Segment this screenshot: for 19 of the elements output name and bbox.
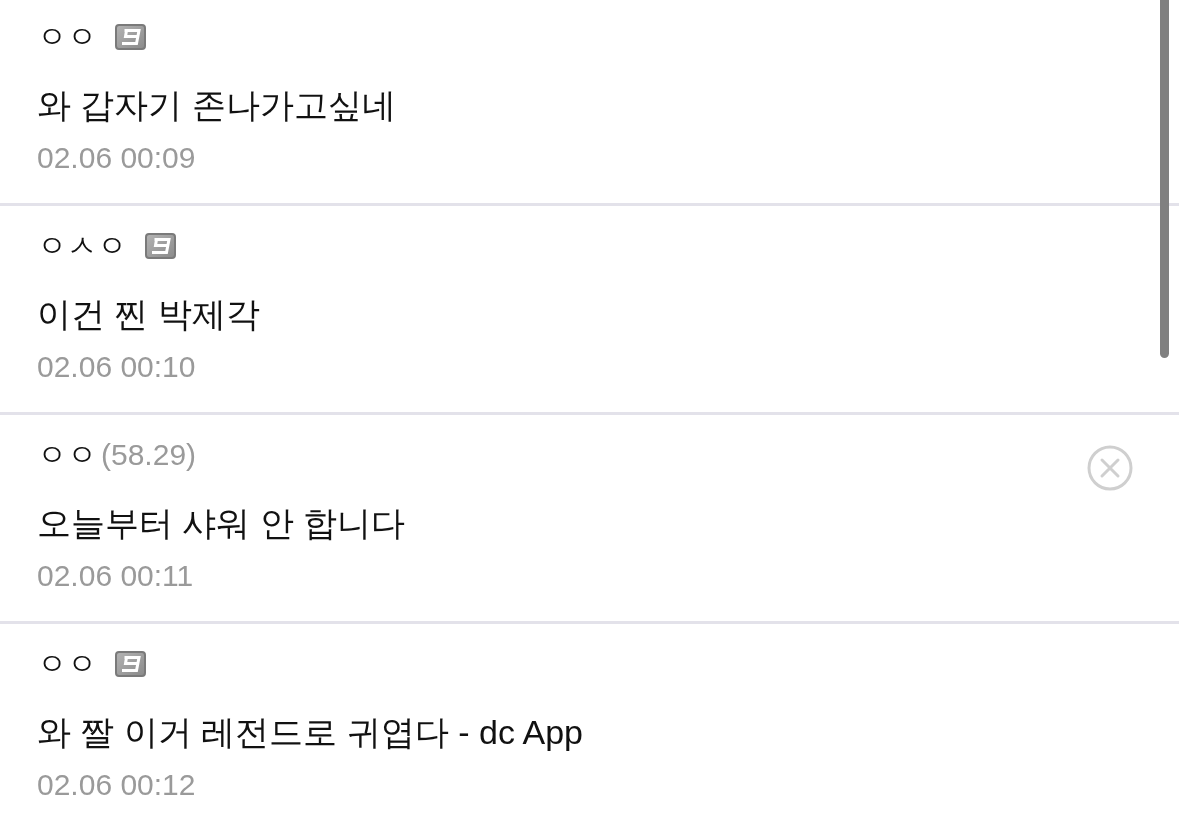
nickname: ㅇㅇ <box>37 19 97 55</box>
close-icon <box>1087 445 1133 491</box>
comment-text: 오늘부터 샤워 안 합니다 <box>37 503 406 544</box>
comment-text: 와 갑자기 존나가고싶네 <box>37 85 396 126</box>
member-badge-icon <box>115 651 146 677</box>
nickname: ㅇㅇ <box>37 646 97 682</box>
comment-text: 이건 찐 박제각 <box>37 294 260 335</box>
member-badge-icon <box>145 233 176 259</box>
scrollbar[interactable] <box>1160 0 1169 358</box>
comment-date: 02.06 00:12 <box>37 767 196 803</box>
comment-text: 와 짤 이거 레전드로 귀엽다 - dc App <box>37 712 583 753</box>
member-badge-icon <box>115 24 146 50</box>
nickname: ㅇㅅㅇ <box>37 228 127 264</box>
delete-button[interactable] <box>1087 445 1133 491</box>
nickname: ㅇㅇ <box>37 437 97 473</box>
comment-date: 02.06 00:09 <box>37 140 196 176</box>
comment-date: 02.06 00:11 <box>37 558 194 594</box>
ip-address: (58.29) <box>101 437 197 473</box>
comment-date: 02.06 00:10 <box>37 349 196 385</box>
